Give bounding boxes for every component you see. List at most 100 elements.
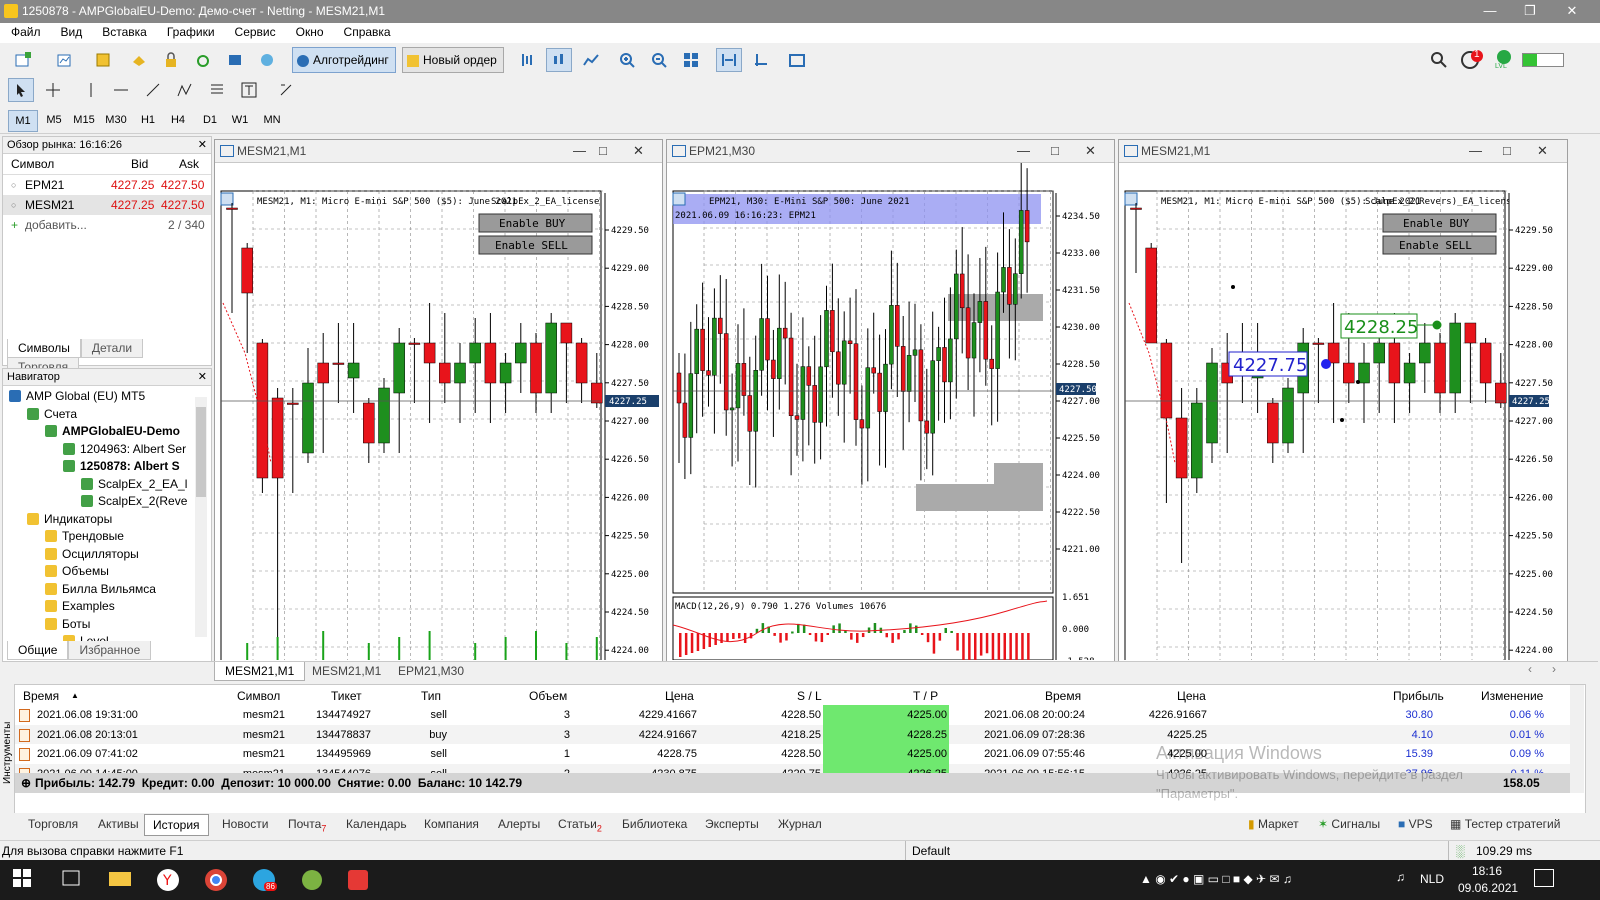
tab-common[interactable]: Общие — [7, 641, 69, 660]
new-chart-button[interactable] — [10, 48, 36, 72]
close-icon[interactable]: ✕ — [1085, 143, 1096, 159]
chart-shift-button[interactable] — [748, 48, 774, 72]
table-row[interactable]: 2021.06.08 19:31:00 mesm21 134474927 sell 3 4… — [15, 705, 1570, 725]
search-icon[interactable] — [1430, 51, 1448, 69]
col-profit[interactable]: Прибыль — [1393, 689, 1444, 703]
price-chart[interactable]: MESM21, M1: Micro E-mini S&P 500 ($5): J… — [1119, 163, 1565, 666]
market-watch-row[interactable]: ○ MESM21 4227.25 4227.50 — [3, 195, 211, 215]
level-icon[interactable]: LVL — [1493, 49, 1515, 71]
price-chart[interactable]: EPM21, M30: E-Mini S&P 500: June 2021 202… — [667, 155, 1112, 705]
tf-h4[interactable]: H4 — [164, 110, 192, 130]
close-button[interactable]: ✕ — [1552, 2, 1592, 20]
close-icon[interactable]: ✕ — [1537, 143, 1548, 159]
col-bid[interactable]: Bid — [131, 154, 148, 174]
tile-windows-button[interactable] — [678, 48, 704, 72]
maximize-button[interactable]: ❐ — [1510, 2, 1550, 20]
col-close-time[interactable]: Время — [1045, 689, 1081, 703]
menu-insert[interactable]: Вставка — [91, 23, 156, 39]
price-chart[interactable]: MESM21, M1: Micro E-mini S&P 500 ($5): J… — [215, 163, 660, 685]
tab-favorites[interactable]: Избранное — [68, 641, 152, 660]
navigator-item[interactable]: AMP Global (EU) MT5 — [9, 387, 145, 405]
col-symbol[interactable]: Символ — [237, 689, 280, 703]
minimize-icon[interactable]: — — [1469, 143, 1482, 158]
chart-window-epm21-m30[interactable]: EPM21,M30 — □ ✕ EPM21, M30: E-Mini S&P 5… — [666, 139, 1115, 705]
col-sl[interactable]: S / L — [797, 689, 822, 703]
signal-button[interactable] — [190, 48, 216, 72]
navigator-item[interactable]: ScalpEx_2_EA_l — [81, 475, 187, 493]
tf-d1[interactable]: D1 — [196, 110, 224, 130]
tab-company[interactable]: Компания — [424, 814, 479, 834]
tf-m1[interactable]: M1 — [8, 110, 38, 132]
clock-date[interactable]: 09.06.2021 — [1458, 881, 1518, 895]
zoom-out-button[interactable] — [646, 48, 672, 72]
app-red-icon[interactable] — [346, 868, 372, 892]
navigator-item[interactable]: ScalpEx_2(Reve — [81, 492, 187, 510]
tf-m5[interactable]: M5 — [40, 110, 68, 130]
tab-experts[interactable]: Эксперты — [705, 814, 759, 834]
navigator-scrollbar[interactable] — [195, 397, 207, 637]
cursor-tool[interactable] — [8, 78, 34, 102]
navigator-item[interactable]: Examples — [45, 597, 115, 615]
tab-history[interactable]: История — [144, 814, 209, 836]
signals-button[interactable]: ✶ Сигналы — [1318, 814, 1380, 834]
col-symbol[interactable]: Символ — [11, 154, 54, 174]
scroll-left-icon[interactable]: ‹ — [1528, 662, 1532, 676]
tf-w1[interactable]: W1 — [226, 110, 254, 130]
candle-chart-button[interactable] — [546, 48, 572, 72]
windows-start-icon[interactable] — [12, 868, 38, 892]
navigator-item[interactable]: Трендовые — [45, 527, 124, 545]
navigator-item[interactable]: Осцилляторы — [45, 545, 139, 563]
scroll-right-icon[interactable]: › — [1552, 662, 1556, 676]
chart-window-mesm21-2[interactable]: MESM21,M1 — □ ✕ MESM21, M1: Micro E-mini… — [1118, 139, 1568, 666]
menu-file[interactable]: Файл — [0, 23, 50, 39]
tab-symbols[interactable]: Символы — [7, 339, 81, 358]
clock-time[interactable]: 18:16 — [1472, 864, 1502, 878]
tab-details[interactable]: Детали — [80, 339, 144, 358]
tab-library[interactable]: Библиотека — [622, 814, 687, 834]
chart-tab[interactable]: MESM21,M1 — [214, 662, 306, 681]
zoom-in-button[interactable] — [614, 48, 640, 72]
task-view-icon[interactable] — [60, 868, 86, 892]
notifications-icon[interactable]: 1 — [1460, 49, 1483, 71]
col-time[interactable]: Время — [23, 689, 59, 703]
tab-trade[interactable]: Торговля — [28, 814, 78, 834]
menu-view[interactable]: Вид — [50, 23, 92, 39]
close-icon[interactable]: ✕ — [633, 143, 644, 159]
new-order-button[interactable]: Новый ордер — [402, 47, 504, 73]
add-symbol-row[interactable]: + добавить... 2 / 340 — [3, 215, 211, 235]
shapes-tool[interactable] — [268, 78, 304, 102]
table-scrollbar[interactable] — [1570, 685, 1584, 793]
tab-calendar[interactable]: Календарь — [346, 814, 407, 834]
table-row[interactable]: 2021.06.08 20:13:01 mesm21 134478837 buy 3 42… — [15, 724, 1570, 745]
horizontal-line-tool[interactable] — [108, 78, 134, 102]
chart-tab[interactable]: MESM21,M1 — [302, 662, 391, 680]
bar-chart-button[interactable] — [514, 48, 540, 72]
templates-button[interactable] — [90, 48, 116, 72]
minimize-icon[interactable]: — — [573, 143, 586, 158]
tab-articles[interactable]: Статьи2 — [558, 814, 602, 834]
vps-button[interactable]: ■ VPS — [1398, 814, 1433, 834]
trendline-tool[interactable] — [140, 78, 166, 102]
chart-tab[interactable]: EPM21,M30 — [388, 662, 474, 680]
text-tool[interactable] — [236, 78, 262, 102]
yandex-browser-icon[interactable]: Y — [156, 868, 182, 892]
profiles-button[interactable] — [52, 48, 78, 72]
lock-button[interactable] — [158, 48, 184, 72]
fibonacci-tool[interactable] — [204, 78, 230, 102]
col-price[interactable]: Цена — [665, 689, 694, 703]
notification-center-icon[interactable] — [1534, 869, 1554, 887]
navigator-item[interactable]: Счета — [27, 405, 77, 423]
tf-m30[interactable]: M30 — [102, 110, 130, 130]
vps-button[interactable] — [222, 48, 248, 72]
volume-icon[interactable]: ♫ — [1396, 870, 1405, 884]
telegram-icon[interactable]: 86 — [252, 868, 278, 892]
close-icon[interactable]: ✕ — [198, 369, 207, 385]
elliott-tool[interactable] — [172, 78, 198, 102]
tf-h1[interactable]: H1 — [134, 110, 162, 130]
line-chart-button[interactable] — [578, 48, 604, 72]
navigator-item[interactable]: Объемы — [45, 562, 109, 580]
file-explorer-icon[interactable] — [108, 868, 134, 892]
tray-icons[interactable]: ▲ ◉ ✔ ● ▣ ▭ □ ■ ◆ ✈ ✉ ♫ — [1140, 872, 1370, 888]
menu-help[interactable]: Справка — [333, 23, 400, 39]
tab-assets[interactable]: Активы — [98, 814, 139, 834]
